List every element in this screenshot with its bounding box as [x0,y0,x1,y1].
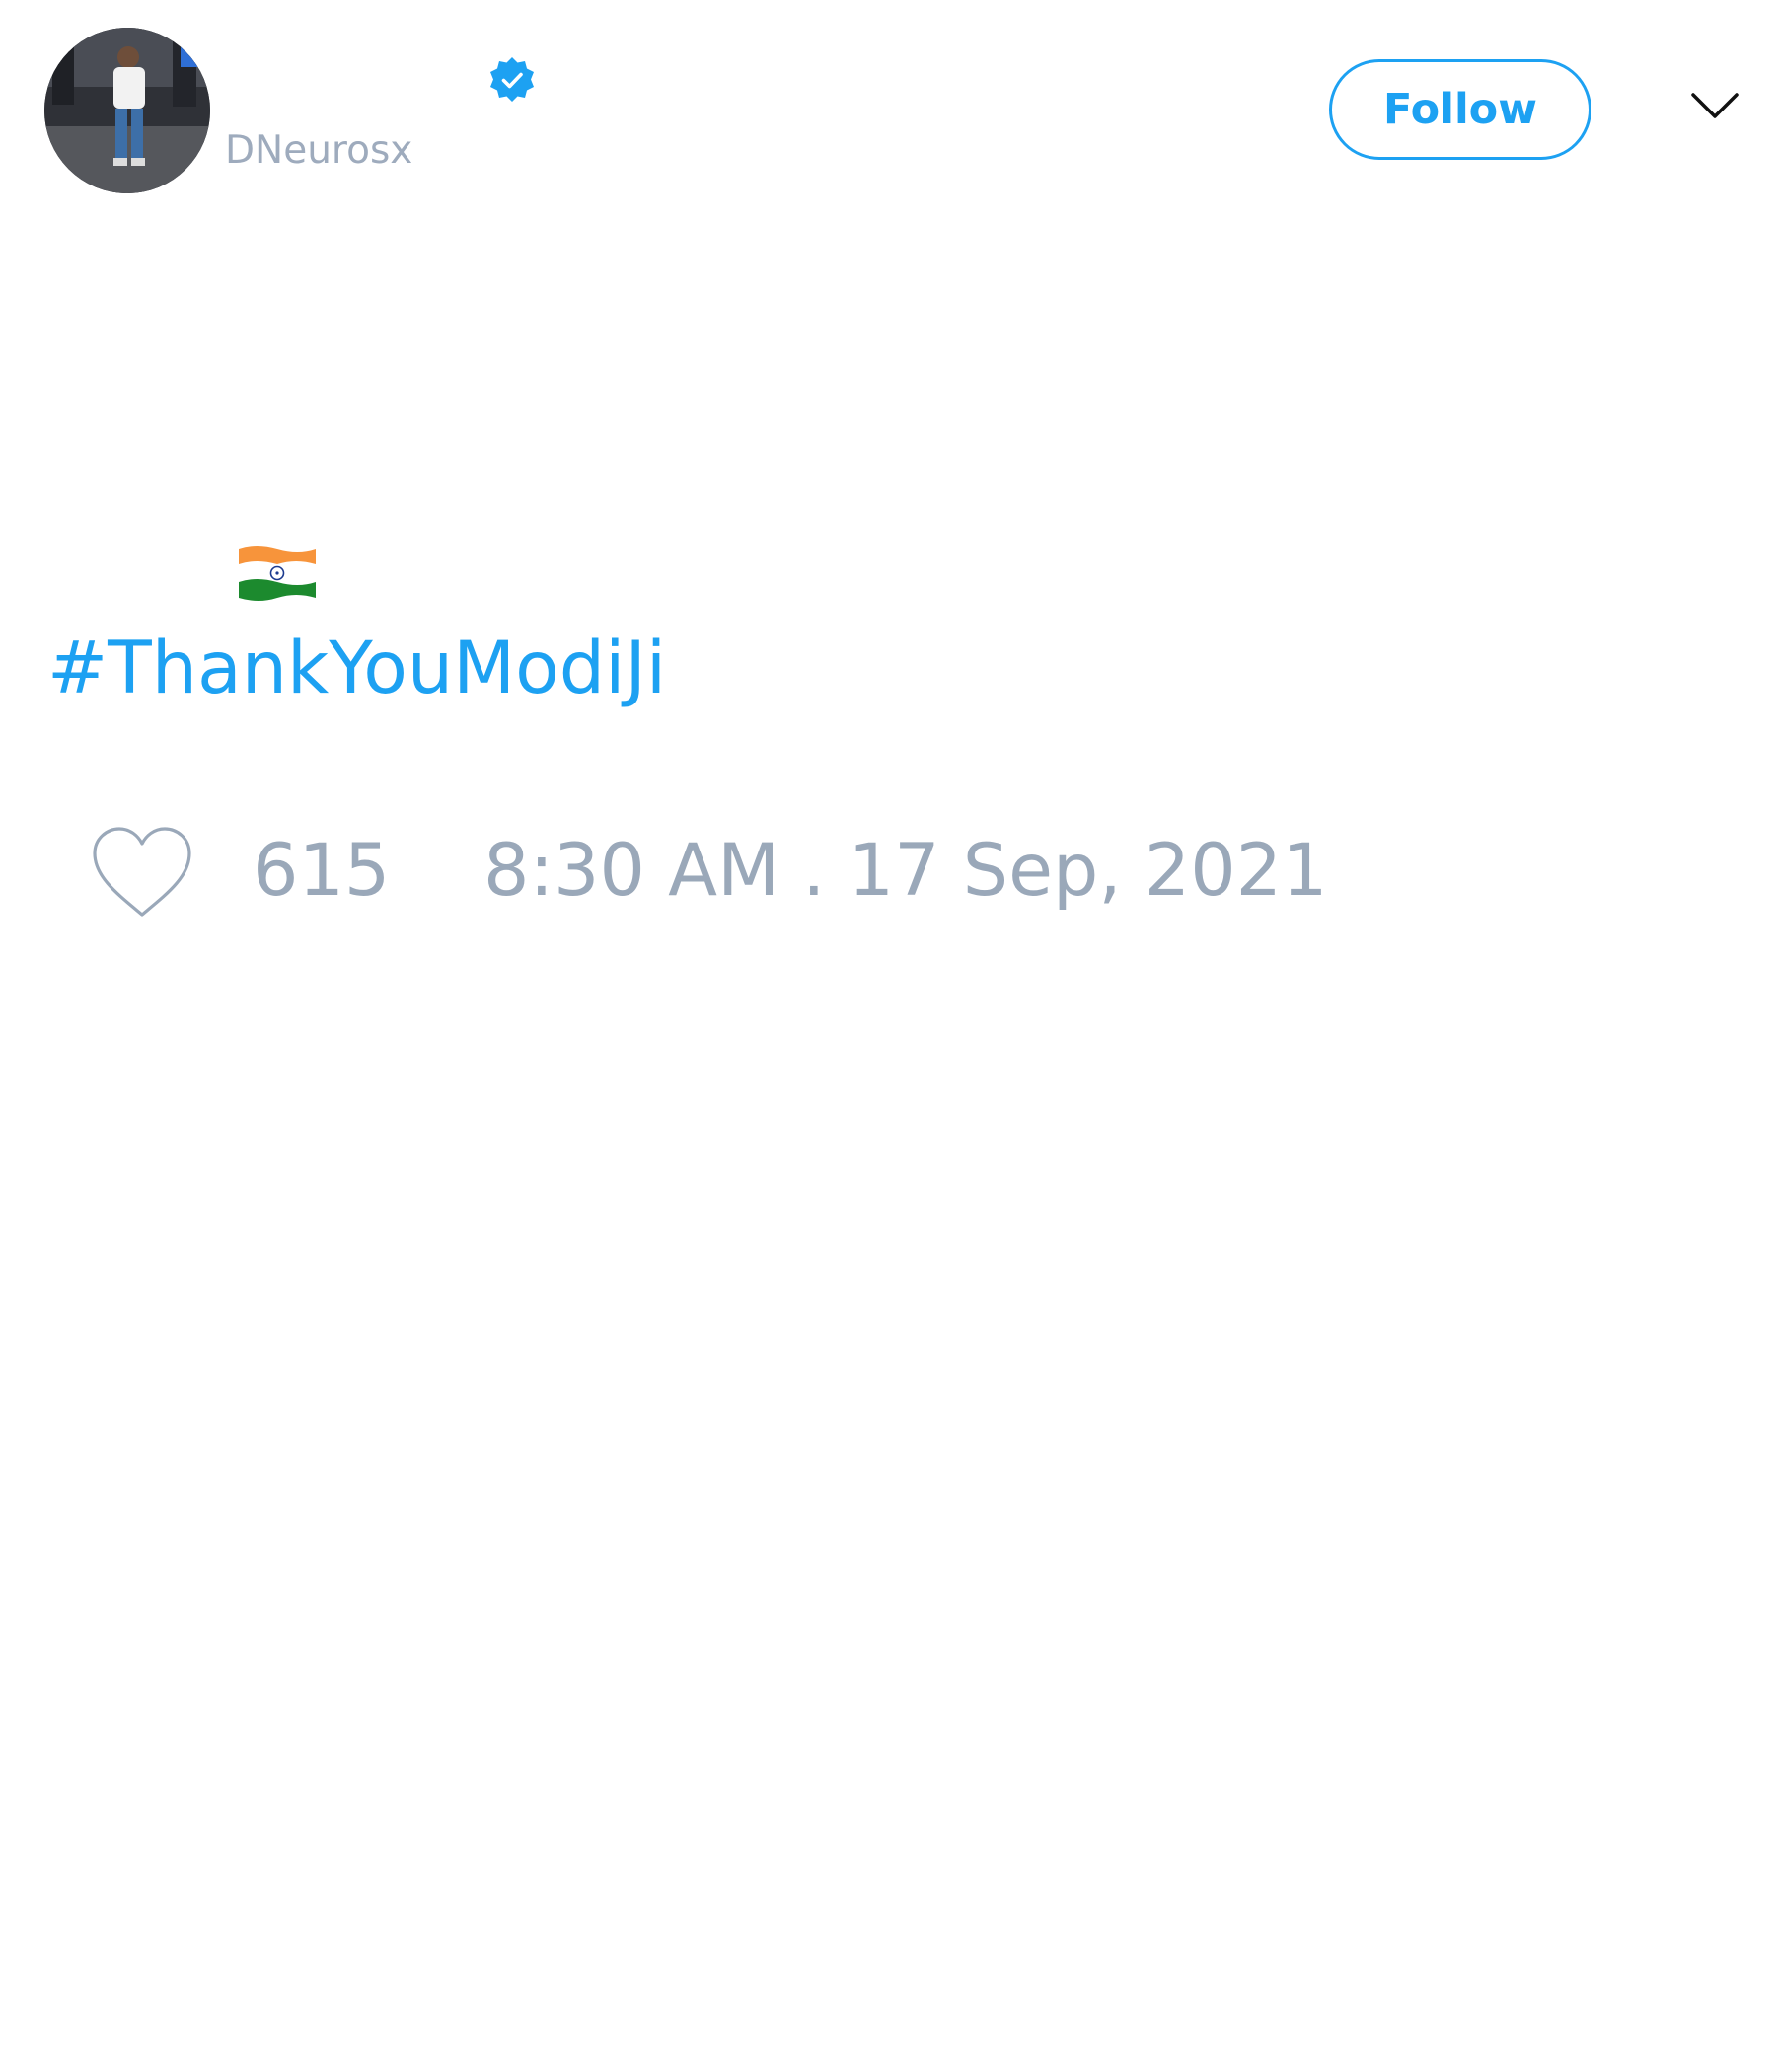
verified-badge-icon [487,55,537,105]
heart-icon[interactable] [89,824,195,923]
profile-photo [44,28,210,193]
india-flag-icon [237,543,318,604]
author-handle[interactable]: DNeurosx [225,126,412,176]
chevron-down-icon[interactable] [1689,89,1740,124]
avatar[interactable] [44,28,210,193]
like-count: 615 [253,829,391,913]
hashtag-link[interactable]: #ThankYouModiJi [47,627,666,711]
follow-button[interactable]: Follow [1329,59,1591,160]
tweet-timestamp[interactable]: 8:30 AM . 17 Sep, 2021 [483,829,1328,914]
